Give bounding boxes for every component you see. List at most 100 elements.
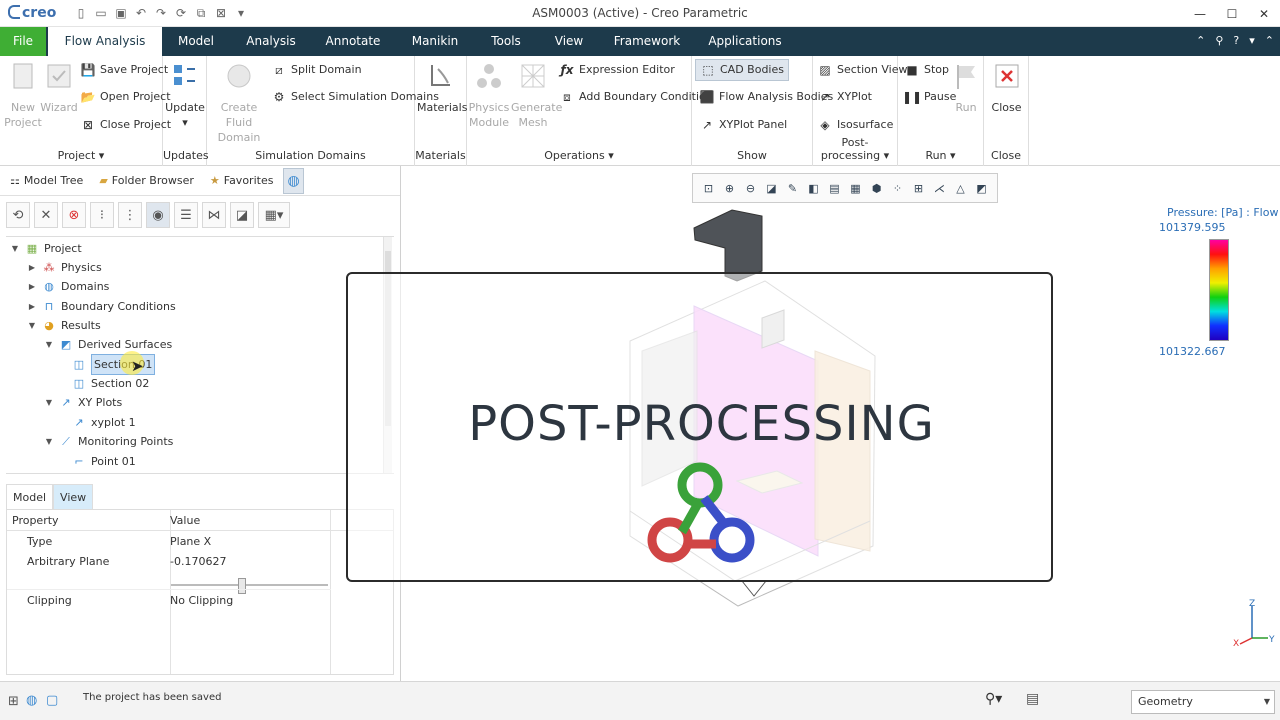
undo-icon[interactable]: ↶: [132, 4, 150, 22]
group-label-materials: Materials: [415, 149, 466, 162]
tab-model[interactable]: Model: [172, 27, 220, 56]
group-run: ■ Stop ❚❚ Pause Run Run ▾: [898, 56, 984, 166]
tab-view[interactable]: View: [549, 27, 589, 56]
more-icon[interactable]: ⌃: [1265, 34, 1274, 47]
slider-thumb[interactable]: [238, 578, 246, 594]
physics-module-button[interactable]: Physics Module: [467, 60, 511, 130]
plane-value[interactable]: -0.170627: [170, 555, 226, 568]
close-icon[interactable]: ✕: [1248, 0, 1280, 27]
redo-icon[interactable]: ↷: [152, 4, 170, 22]
tab-model-properties[interactable]: Model: [6, 484, 54, 509]
xyplot-icon: ↗: [819, 90, 831, 104]
mesh-icon: [521, 64, 545, 88]
close-button[interactable]: Close: [984, 60, 1029, 115]
tab-view-properties[interactable]: View: [53, 484, 94, 509]
save-icon[interactable]: ▣: [112, 4, 130, 22]
post-processing-title-card: POST-PROCESSING: [346, 272, 1053, 582]
customize-icon[interactable]: ▾: [232, 4, 250, 22]
collapse-ribbon-icon[interactable]: ⌃: [1196, 34, 1205, 47]
tree-item-boundary-conditions[interactable]: ▶ ⊓ Boundary Conditions: [27, 297, 176, 316]
xyplot-button[interactable]: ↗ XYPlot: [817, 86, 872, 108]
split-domain-button[interactable]: ⧄ Split Domain: [271, 59, 361, 81]
tab-analysis[interactable]: Analysis: [243, 27, 299, 56]
tab-framework[interactable]: Framework: [612, 27, 682, 56]
tab-applications[interactable]: Applications: [705, 27, 785, 56]
tree-item-point-01[interactable]: ⌐ Point 01: [72, 452, 135, 471]
tree-item-domains[interactable]: ▶ ◍ Domains: [27, 277, 110, 296]
tree-item-physics[interactable]: ▶ ⁂ Physics: [27, 258, 102, 277]
isosurface-button[interactable]: ◈ Isosurface: [817, 114, 893, 136]
tab-tools[interactable]: Tools: [486, 27, 526, 56]
tab-file[interactable]: File: [0, 27, 46, 56]
group-label-operations[interactable]: Operations ▾: [467, 149, 691, 162]
select-domains-icon: ⚙: [273, 90, 285, 104]
selection-filter-dropdown[interactable]: Geometry ▼: [1131, 690, 1275, 714]
folder-icon: ▰: [99, 174, 108, 187]
tree-item-monitoring-points[interactable]: ▼ ⟋ Monitoring Points: [44, 432, 173, 451]
tab-annotate[interactable]: Annotate: [322, 27, 384, 56]
clipping-value[interactable]: No Clipping: [170, 594, 233, 607]
close-window-icon[interactable]: ⊠: [212, 4, 230, 22]
generate-mesh-button[interactable]: Generate Mesh: [511, 60, 562, 130]
search-icon[interactable]: ⚲: [1215, 34, 1223, 47]
tree-item-section-02[interactable]: ◫ Section 02: [72, 374, 150, 393]
tree-item-derived-surfaces[interactable]: ▼ ◩ Derived Surfaces: [44, 335, 172, 354]
help-icon[interactable]: ?: [1233, 34, 1239, 47]
tree-details-icon[interactable]: ☰: [174, 202, 198, 228]
physics-icon: ⁂: [43, 261, 55, 274]
tree-delete-icon[interactable]: ✕: [34, 202, 58, 228]
tab-favorites[interactable]: ★ Favorites: [204, 168, 280, 194]
settings-icon[interactable]: ▾: [1249, 34, 1255, 47]
svg-text:Z: Z: [1249, 599, 1255, 609]
create-fluid-domain-button[interactable]: Create Fluid Domain: [211, 60, 267, 145]
section-view-button[interactable]: ▨ Section View: [817, 59, 907, 81]
xyplot-panel-toggle[interactable]: ↗ XYPlot Panel: [699, 114, 787, 136]
tree-expand-icon[interactable]: ⁝: [90, 202, 114, 228]
minimize-icon[interactable]: —: [1184, 0, 1216, 27]
wizard-button[interactable]: Wizard: [36, 60, 82, 115]
tab-manikin[interactable]: Manikin: [407, 27, 463, 56]
group-label-run[interactable]: Run ▾: [898, 149, 983, 162]
type-value[interactable]: Plane X: [170, 535, 211, 548]
status-grid-icon[interactable]: ⊞: [8, 694, 19, 709]
find-icon[interactable]: ⚲▾: [985, 691, 1002, 707]
select-simulation-domains-button[interactable]: ⚙ Select Simulation Domains: [271, 86, 439, 108]
tree-filter-icon[interactable]: ⋈: [202, 202, 226, 228]
regenerate-icon[interactable]: ⟳: [172, 4, 190, 22]
tree-item-xy-plots[interactable]: ▼ ↗ XY Plots: [44, 393, 122, 412]
run-button[interactable]: Run: [946, 60, 986, 115]
save-project-button[interactable]: 💾 Save Project: [80, 59, 169, 81]
tab-folder-browser[interactable]: ▰ Folder Browser: [93, 168, 200, 194]
tree-remove-icon[interactable]: ⊗: [62, 202, 86, 228]
open-project-button[interactable]: 📂 Open Project: [80, 86, 171, 108]
expression-editor-button[interactable]: ƒx Expression Editor: [559, 59, 675, 81]
tab-flow-analysis[interactable]: Flow Analysis: [48, 27, 162, 57]
tree-view-icon[interactable]: ◉: [146, 202, 170, 228]
open-icon[interactable]: ▭: [92, 4, 110, 22]
group-label-post-processing[interactable]: Post-processing ▾: [813, 136, 897, 162]
status-globe-icon[interactable]: ◍: [26, 693, 37, 708]
tab-model-tree[interactable]: ⚏ Model Tree: [4, 168, 89, 194]
tab-flow-analysis-tree[interactable]: ◍: [283, 167, 304, 194]
selection-list-icon[interactable]: ▤: [1026, 691, 1039, 707]
materials-button[interactable]: Materials: [417, 60, 467, 115]
tree-item-xyplot-1[interactable]: ↗ xyplot 1: [72, 413, 135, 432]
cad-bodies-toggle[interactable]: ⬚ CAD Bodies: [695, 59, 789, 81]
new-icon[interactable]: ▯: [72, 4, 90, 22]
close-project-button[interactable]: ⊠ Close Project: [80, 114, 171, 136]
update-button[interactable]: Update ▾: [163, 60, 207, 130]
group-label-project[interactable]: Project ▾: [0, 149, 162, 162]
cad-bodies-icon: ⬚: [702, 63, 714, 77]
tree-edit-icon[interactable]: ◪: [230, 202, 254, 228]
stop-button[interactable]: ■ Stop: [904, 59, 949, 81]
tree-copy-icon[interactable]: ⟲: [6, 202, 30, 228]
tree-item-project[interactable]: ▼ ▦ Project: [10, 239, 82, 258]
tree-color-icon[interactable]: ▦▾: [258, 202, 290, 228]
status-window-icon[interactable]: ▢: [46, 693, 58, 708]
windows-icon[interactable]: ⧉: [192, 4, 210, 22]
add-boundary-condition-button[interactable]: ⧈ Add Boundary Condition: [559, 86, 713, 108]
maximize-icon[interactable]: ☐: [1216, 0, 1248, 27]
tree-item-results[interactable]: ▼ ◕ Results: [27, 316, 101, 335]
tree-list-icon[interactable]: ⋮: [118, 202, 142, 228]
axis-triad-icon: Z X Y: [1233, 599, 1275, 648]
